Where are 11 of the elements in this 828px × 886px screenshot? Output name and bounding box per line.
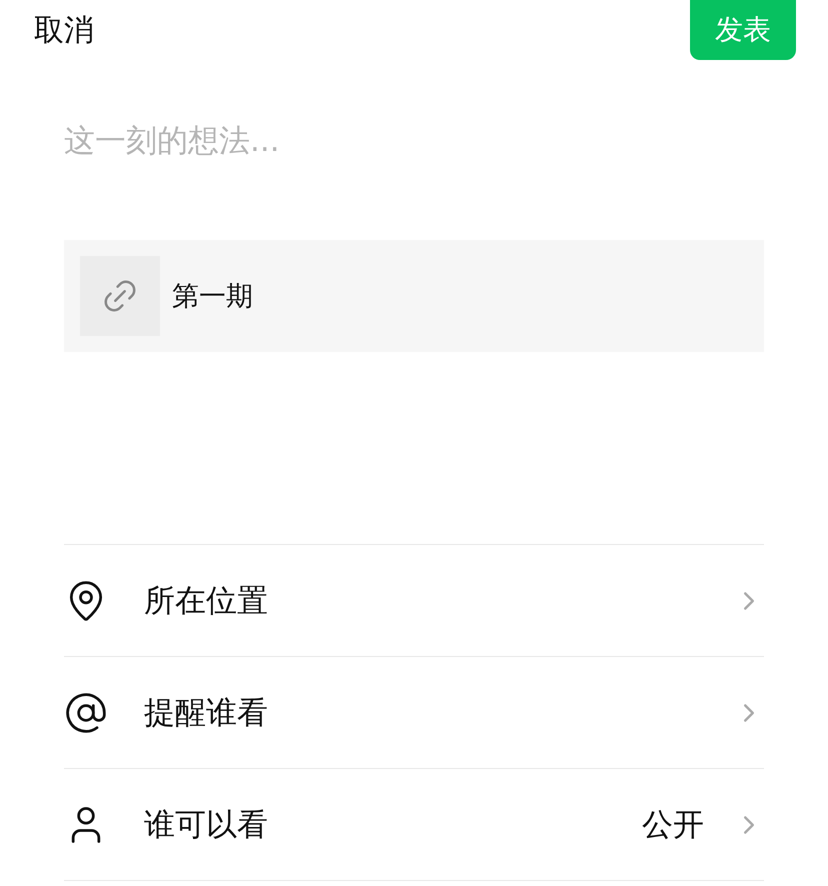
- option-value: 公开: [642, 806, 704, 844]
- at-sign-icon: [64, 690, 108, 734]
- link-card[interactable]: 第一期: [64, 240, 764, 352]
- option-label: 谁可以看: [144, 806, 269, 844]
- option-label: 所在位置: [144, 582, 269, 620]
- option-row[interactable]: 谁可以看 公开: [64, 769, 764, 881]
- cancel-button[interactable]: 取消: [34, 0, 94, 51]
- option-row[interactable]: 提醒谁看: [64, 657, 764, 769]
- option-label: 提醒谁看: [144, 694, 269, 732]
- link-title: 第一期: [172, 280, 253, 314]
- option-row[interactable]: 所在位置: [64, 545, 764, 657]
